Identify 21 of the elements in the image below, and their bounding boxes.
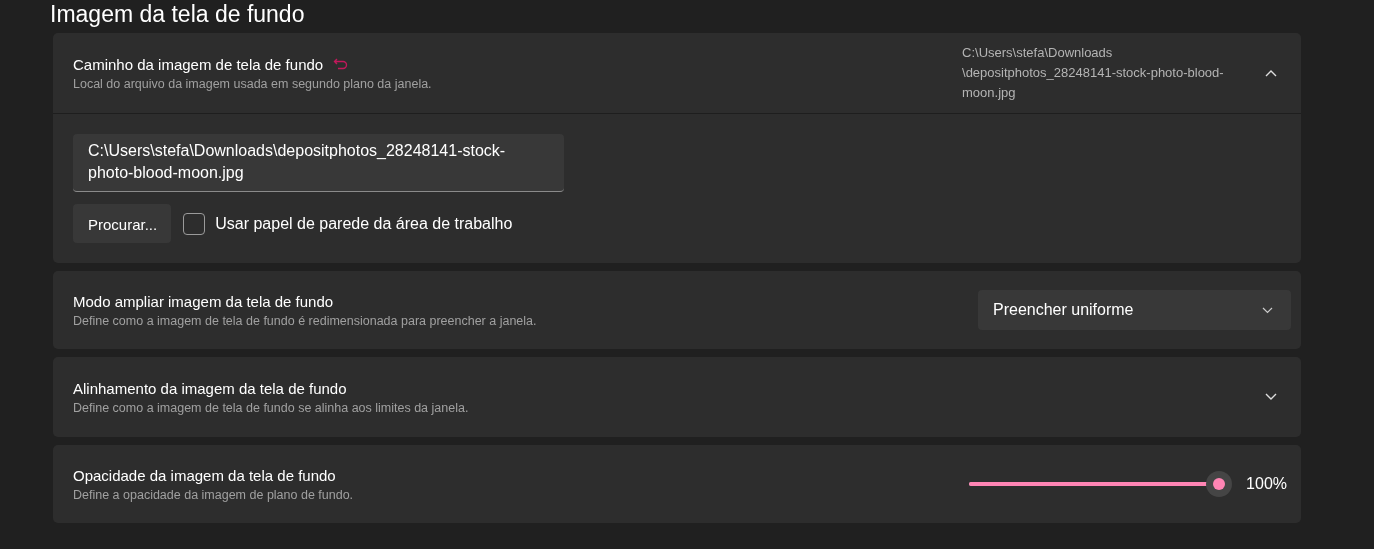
setting-title: Opacidade da imagem da tela de fundo <box>73 466 336 484</box>
checkbox[interactable] <box>183 212 206 235</box>
chevron-down-icon[interactable] <box>1265 393 1277 401</box>
chevron-up-icon[interactable] <box>1265 69 1277 77</box>
setting-title: Alinhamento da imagem da tela de fundo <box>73 379 347 397</box>
dropdown[interactable]: Preencher uniforme <box>978 290 1291 330</box>
setting-title: Modo ampliar imagem da tela de fundo <box>73 292 334 310</box>
path-value: C:\Users\stefa\Downloads\depositphotos_28248141-stock-photo-blood-moon.jpg <box>962 44 1225 102</box>
setting-description: Define a opacidade da imagem de plano de fundo. <box>73 487 355 502</box>
section-heading: Imagem da tela de fundo <box>50 0 306 29</box>
browse-button[interactable]: Procurar... <box>73 204 172 243</box>
setting-description: Local do arquivo da imagem usada em segundo plano da janela. <box>73 76 433 91</box>
slider-value: 100% <box>1246 475 1287 493</box>
setting-title: Caminho da imagem de tela de fundo <box>73 55 324 73</box>
checkbox-label: Usar papel de parede da área de trabalho <box>215 214 513 233</box>
slider-thumb[interactable] <box>1206 471 1233 497</box>
chevron-down-icon <box>1262 306 1273 314</box>
setting-description: Define como a imagem de tela de fundo é redimensionada para preencher a janela. <box>73 313 538 328</box>
path-field[interactable]: C:\Users\stefa\Downloads\depositphotos_28248141-stock-photo-blood-moon.jpg <box>73 134 564 192</box>
setting-description: Define como a imagem de tela de fundo se alinha aos limites da janela. <box>73 400 470 415</box>
slider[interactable] <box>969 471 1233 497</box>
